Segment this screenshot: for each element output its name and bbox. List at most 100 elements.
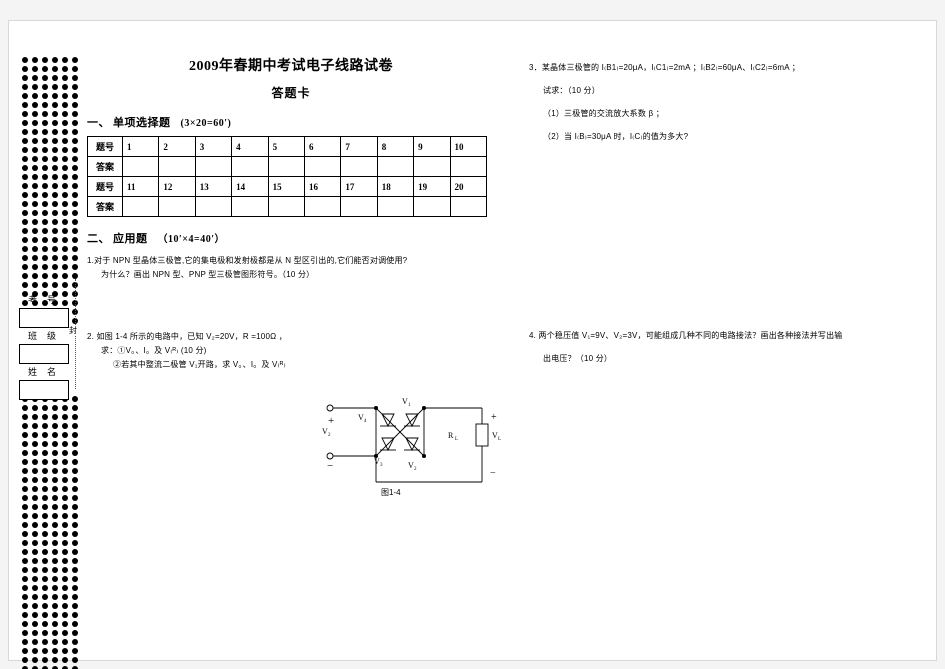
margin-dot xyxy=(22,93,28,99)
margin-dot xyxy=(42,522,48,528)
section-1-points: (3×20=60′) xyxy=(180,118,232,129)
margin-dot xyxy=(72,531,78,537)
margin-dot xyxy=(52,75,58,81)
margin-dot xyxy=(32,156,38,162)
margin-dot xyxy=(62,201,68,207)
margin-dot xyxy=(62,603,68,609)
answer-cell-1[interactable] xyxy=(121,156,160,177)
page-subtitle: 答题卡 xyxy=(271,86,311,100)
cell-q9: 9 xyxy=(413,136,451,157)
margin-dot xyxy=(32,612,38,618)
margin-dot xyxy=(32,639,38,645)
cell-q1: 1 xyxy=(121,136,160,157)
circuit-label-v1-sub: 1 xyxy=(408,403,411,408)
margin-dot xyxy=(22,639,28,645)
margin-dot xyxy=(52,174,58,180)
cell-q2: 2 xyxy=(158,136,196,157)
margin-dot xyxy=(52,657,58,663)
answer-cell-19[interactable] xyxy=(413,196,451,217)
margin-dot xyxy=(42,540,48,546)
answer-cell-20[interactable] xyxy=(449,196,488,217)
margin-dot xyxy=(72,57,78,63)
section-heading-1: 一、 单项选择题 (3×20=60′) xyxy=(87,114,495,130)
answer-cell-18[interactable] xyxy=(376,196,415,217)
exam-page: 考号 班级 姓名 封 2009年春期中考试电子线路试卷 答题卡 一、 单项选择题 (… xyxy=(0,0,945,669)
answer-cell-9[interactable] xyxy=(413,156,451,177)
answer-cell-16[interactable] xyxy=(303,196,342,217)
margin-dot xyxy=(52,621,58,627)
margin-dot xyxy=(22,183,28,189)
field-exam-number-input[interactable] xyxy=(19,308,69,328)
section-1-number: 一、 xyxy=(87,117,110,129)
margin-dot xyxy=(52,183,58,189)
margin-dot xyxy=(22,567,28,573)
margin-dot xyxy=(22,495,28,501)
answer-cell-5[interactable] xyxy=(267,156,305,177)
margin-dot xyxy=(52,264,58,270)
margin-dot xyxy=(32,66,38,72)
answer-cell-13[interactable] xyxy=(194,196,233,217)
margin-dot xyxy=(42,138,48,144)
margin-dot xyxy=(22,531,28,537)
margin-dot xyxy=(62,282,68,288)
margin-dot xyxy=(42,423,48,429)
margin-dot xyxy=(62,228,68,234)
answer-cell-8[interactable] xyxy=(376,156,415,177)
field-name-input[interactable] xyxy=(19,380,69,400)
margin-dot xyxy=(22,477,28,483)
answer-cell-11[interactable] xyxy=(121,196,160,217)
margin-dot xyxy=(72,432,78,438)
margin-dot xyxy=(52,540,58,546)
answer-cell-12[interactable] xyxy=(158,196,196,217)
margin-dot xyxy=(32,111,38,117)
answer-cell-17[interactable] xyxy=(340,196,378,217)
margin-dot xyxy=(22,120,28,126)
field-name: 姓名 xyxy=(19,365,71,400)
margin-dot xyxy=(42,612,48,618)
margin-dot xyxy=(22,432,28,438)
margin-dot xyxy=(72,648,78,654)
margin-dot xyxy=(52,246,58,252)
answer-cell-3[interactable] xyxy=(194,156,233,177)
margin-dot xyxy=(22,84,28,90)
question-3-line-1: 3．某晶体三极管的 I₍B1₎=20μA，I₍C1₎=2mA ；I₍B2₎=60… xyxy=(529,63,800,72)
margin-dot xyxy=(62,165,68,171)
margin-dot xyxy=(32,657,38,663)
margin-dot xyxy=(42,567,48,573)
margin-dot xyxy=(42,129,48,135)
margin-dot xyxy=(22,504,28,510)
margin-dot xyxy=(32,57,38,63)
answer-cell-6[interactable] xyxy=(303,156,342,177)
margin-dot xyxy=(52,93,58,99)
margin-dot xyxy=(52,210,58,216)
answer-cell-10[interactable] xyxy=(449,156,488,177)
margin-dot xyxy=(62,522,68,528)
margin-dot xyxy=(42,513,48,519)
answer-cell-4[interactable] xyxy=(231,156,269,177)
margin-dot xyxy=(22,594,28,600)
margin-dot xyxy=(52,594,58,600)
margin-dot xyxy=(62,648,68,654)
answer-table: 题号 1 2 3 4 5 6 7 8 9 10 答案 题号 11 12 13 1… xyxy=(87,136,488,217)
answer-cell-14[interactable] xyxy=(231,196,269,217)
margin-dot xyxy=(22,405,28,411)
margin-dot xyxy=(42,486,48,492)
margin-dot xyxy=(32,246,38,252)
answer-cell-2[interactable] xyxy=(158,156,196,177)
margin-dot xyxy=(22,156,28,162)
answer-cell-7[interactable] xyxy=(340,156,378,177)
margin-dot xyxy=(62,174,68,180)
field-class-input[interactable] xyxy=(19,344,69,364)
answer-cell-15[interactable] xyxy=(267,196,305,217)
margin-dot xyxy=(62,585,68,591)
margin-dot xyxy=(72,513,78,519)
cell-q13: 13 xyxy=(194,176,233,197)
margin-dot xyxy=(52,522,58,528)
cell-q12: 12 xyxy=(158,176,196,197)
margin-dot xyxy=(72,414,78,420)
margin-dot xyxy=(22,576,28,582)
margin-dot xyxy=(42,192,48,198)
margin-dot xyxy=(42,282,48,288)
margin-dot xyxy=(62,183,68,189)
margin-dot xyxy=(72,102,78,108)
